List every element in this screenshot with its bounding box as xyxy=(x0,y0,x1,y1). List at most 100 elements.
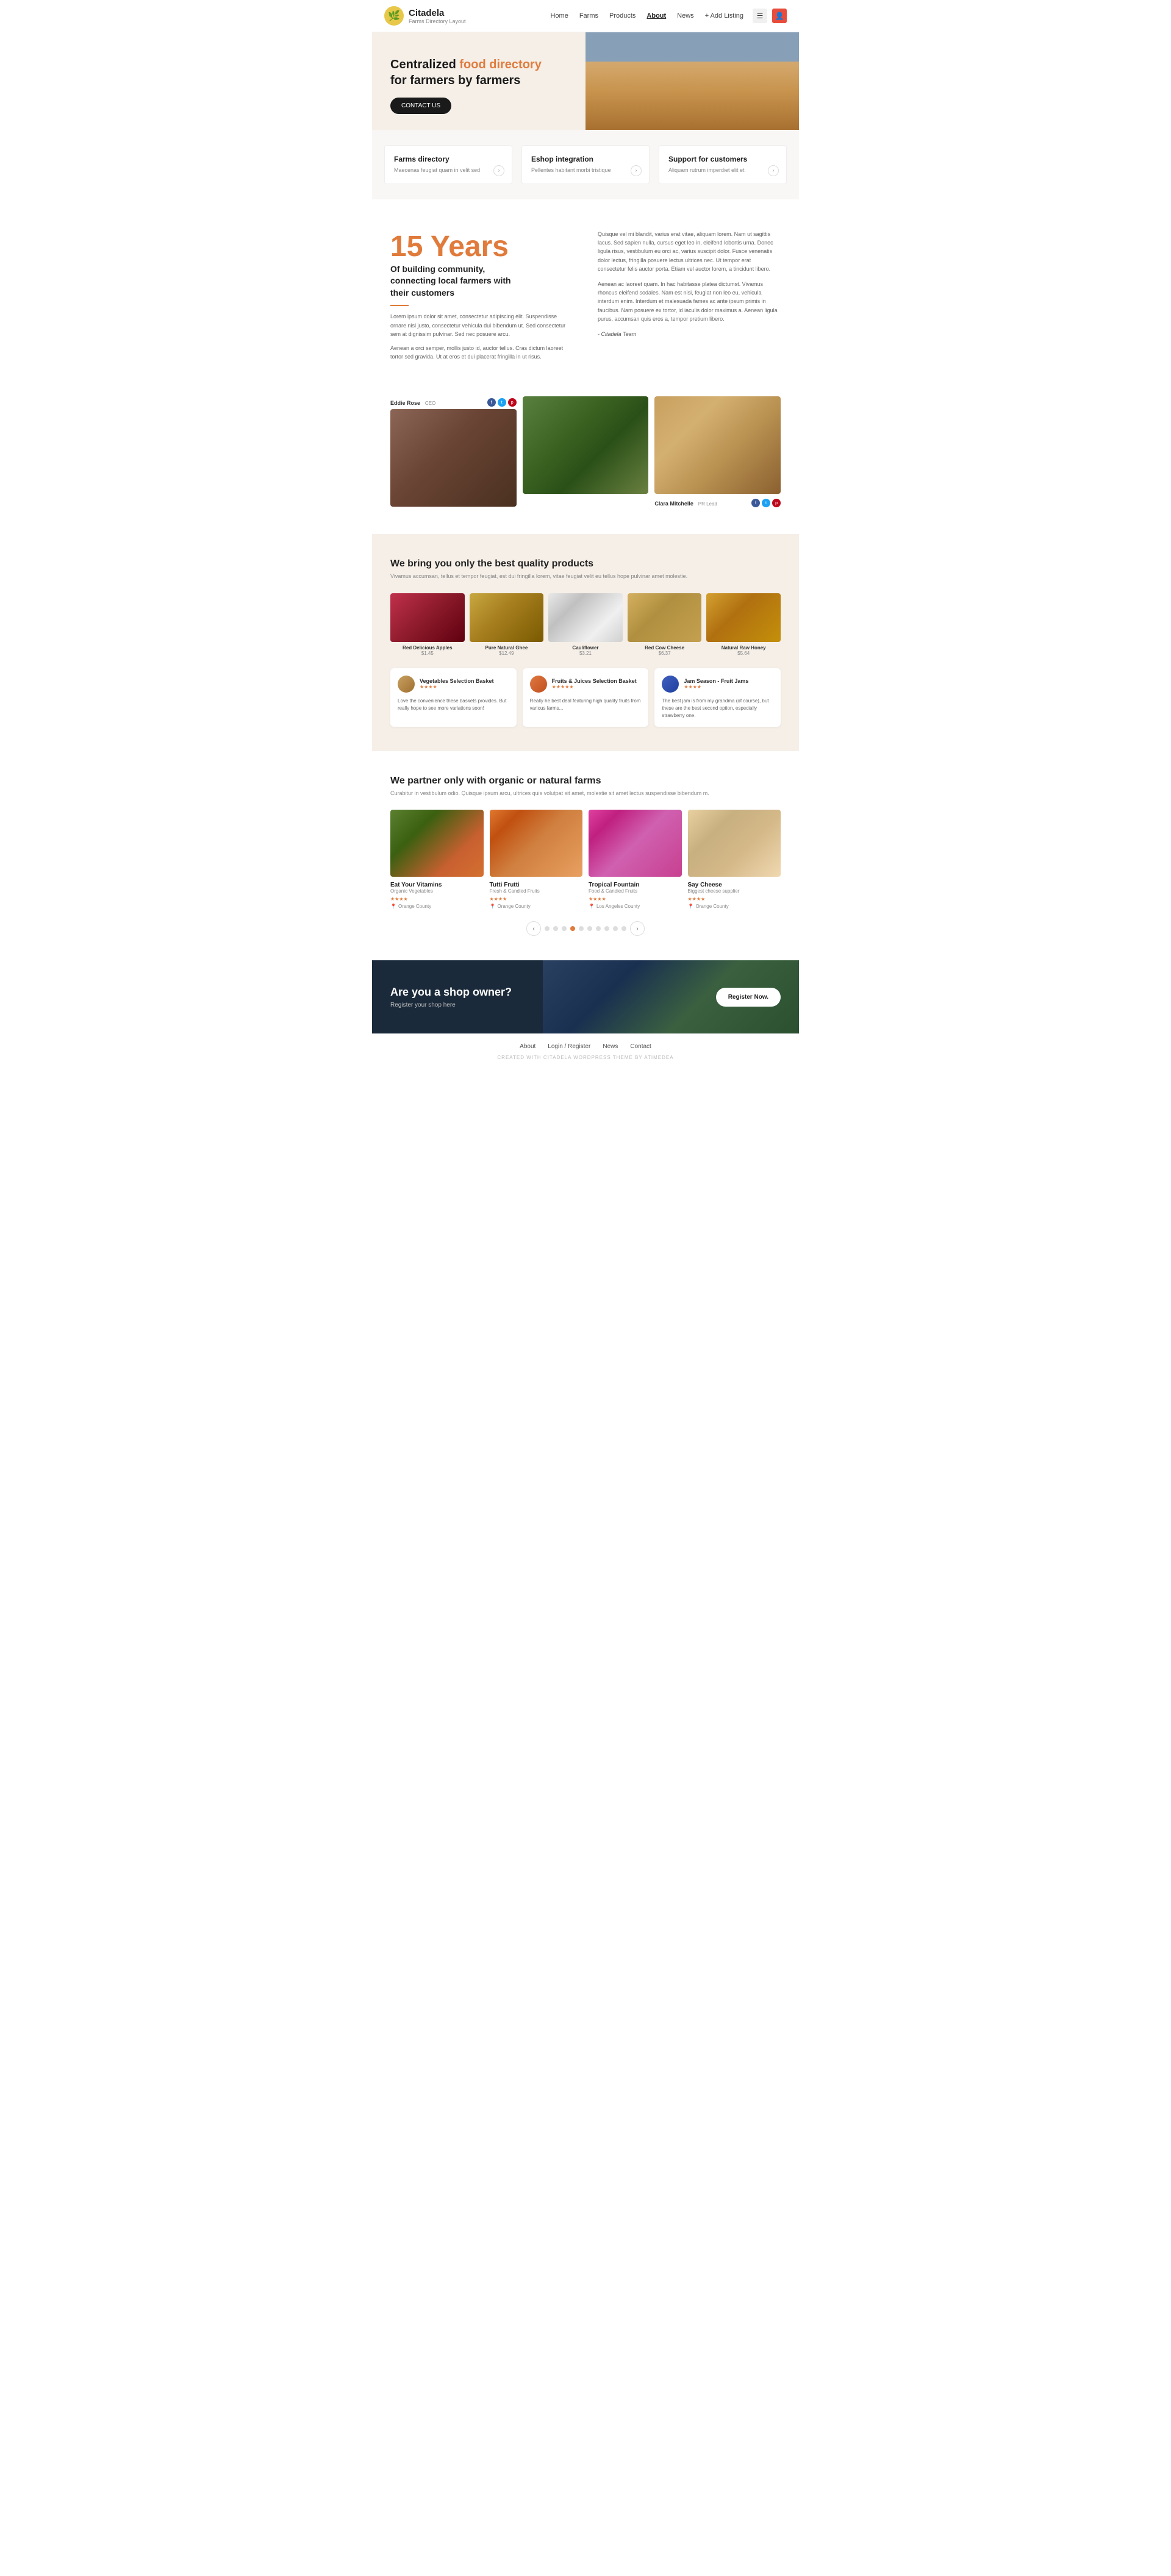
brand-name: Citadela xyxy=(409,8,466,18)
nav-farms[interactable]: Farms xyxy=(579,12,598,20)
product-4[interactable]: Natural Raw Honey $5.64 xyxy=(706,593,781,656)
product-price-0: $1.45 xyxy=(390,651,465,656)
product-0[interactable]: Red Delicious Apples $1.45 xyxy=(390,593,465,656)
farm-card-0[interactable]: Eat Your Vitamins Organic Vegetables ★★★… xyxy=(390,810,484,909)
farm-location-1: 📍 Orange County xyxy=(490,904,583,909)
products-title: We bring you only the best quality produ… xyxy=(390,558,781,569)
hero-image xyxy=(586,32,799,130)
product-3[interactable]: Red Cow Cheese $6.37 xyxy=(628,593,702,656)
feature-arrow-2[interactable]: › xyxy=(768,165,779,176)
about-section: 15 Years Of building community, connecti… xyxy=(372,199,799,397)
footer-links: About Login / Register News Contact xyxy=(390,1043,781,1050)
nav-about[interactable]: About xyxy=(646,12,666,20)
products-subtitle: Vivamus accumsan, tellus et tempor feugi… xyxy=(390,573,781,581)
social-twitter-0[interactable]: t xyxy=(498,398,506,407)
social-facebook-2[interactable]: f xyxy=(751,499,760,507)
feature-arrow-0[interactable]: › xyxy=(493,165,504,176)
product-price-1: $12.49 xyxy=(470,651,544,656)
social-pinterest-0[interactable]: p xyxy=(508,398,517,407)
user-icon[interactable]: 👤 xyxy=(772,9,787,23)
products-grid: Red Delicious Apples $1.45 Pure Natural … xyxy=(390,593,781,656)
social-pinterest-2[interactable]: p xyxy=(772,499,781,507)
cta-register-button[interactable]: Register Now. xyxy=(716,988,781,1007)
farm-card-2[interactable]: Tropical Fountain Food & Candied Fruits … xyxy=(589,810,682,909)
feature-title-0: Farms directory xyxy=(394,155,503,163)
review-info-1: Fruits & Juices Selection Basket ★★★★★ xyxy=(552,678,637,690)
nav-add-listing[interactable]: + Add Listing xyxy=(705,12,743,20)
carousel-dot-7[interactable] xyxy=(604,926,609,931)
review-text-0: Love the convenience these baskets provi… xyxy=(398,698,509,712)
product-price-3: $6.37 xyxy=(628,651,702,656)
farm-stars-3: ★★★★ xyxy=(688,896,781,902)
about-signature: - Citadela Team xyxy=(598,330,781,338)
carousel-dot-4[interactable] xyxy=(579,926,584,931)
footer-link-login[interactable]: Login / Register xyxy=(548,1043,590,1050)
team-card-0: Eddie Rose CEO f t p xyxy=(390,396,517,510)
product-image-3 xyxy=(628,593,702,642)
feature-arrow-1[interactable]: › xyxy=(631,165,642,176)
carousel-prev[interactable]: ‹ xyxy=(526,921,541,936)
feature-card-2: Support for customers Aliquam rutrum imp… xyxy=(659,145,787,184)
hero-title-highlight: food directory xyxy=(459,58,541,71)
cta-title: Are you a shop owner? xyxy=(390,986,512,999)
hero-title: Centralized food directory for farmers b… xyxy=(390,57,573,88)
nav-news[interactable]: News xyxy=(677,12,694,20)
team-header-0: Eddie Rose CEO f t p xyxy=(390,396,517,407)
nav-icon-area: ☰ 👤 xyxy=(753,9,787,23)
footer: About Login / Register News Contact Crea… xyxy=(372,1033,799,1069)
farms-section: We partner only with organic or natural … xyxy=(372,751,799,961)
product-name-3: Red Cow Cheese xyxy=(628,645,702,651)
footer-link-contact[interactable]: Contact xyxy=(630,1043,651,1050)
farm-name-1: Tutti Frutti xyxy=(490,882,583,888)
farm-name-3: Say Cheese xyxy=(688,882,781,888)
review-header-0: Vegetables Selection Basket ★★★★ xyxy=(398,676,509,693)
farm-image-2 xyxy=(589,810,682,877)
carousel-dot-0[interactable] xyxy=(545,926,550,931)
feature-title-2: Support for customers xyxy=(668,155,777,163)
footer-link-news[interactable]: News xyxy=(603,1043,618,1050)
team-image-0 xyxy=(390,409,517,507)
about-right-text-2: Aenean ac laoreet quam. In hac habitasse… xyxy=(598,280,781,324)
review-header-1: Fruits & Juices Selection Basket ★★★★★ xyxy=(530,676,642,693)
carousel-dot-6[interactable] xyxy=(596,926,601,931)
social-twitter-2[interactable]: t xyxy=(762,499,770,507)
carousel-next[interactable]: › xyxy=(630,921,645,936)
farm-image-0 xyxy=(390,810,484,877)
product-name-0: Red Delicious Apples xyxy=(390,645,465,651)
product-2[interactable]: Cauliflower $3.21 xyxy=(548,593,623,656)
carousel-dot-5[interactable] xyxy=(587,926,592,931)
cta-content: Are you a shop owner? Register your shop… xyxy=(390,986,512,1008)
review-name-0: Vegetables Selection Basket xyxy=(420,678,494,684)
nav-products[interactable]: Products xyxy=(609,12,636,20)
carousel-dot-2[interactable] xyxy=(562,926,567,931)
carousel-dot-3[interactable] xyxy=(570,926,575,931)
review-avatar-0 xyxy=(398,676,415,693)
social-facebook-0[interactable]: f xyxy=(487,398,496,407)
farm-location-text-2: Los Angeles County xyxy=(596,904,640,909)
farm-location-2: 📍 Los Angeles County xyxy=(589,904,682,909)
review-card-1: Fruits & Juices Selection Basket ★★★★★ R… xyxy=(523,668,649,727)
farm-card-1[interactable]: Tutti Frutti Fresh & Candied Fruits ★★★★… xyxy=(490,810,583,909)
product-price-2: $3.21 xyxy=(548,651,623,656)
carousel-dot-1[interactable] xyxy=(553,926,558,931)
product-1[interactable]: Pure Natural Ghee $12.49 xyxy=(470,593,544,656)
brand-logo[interactable]: 🌿 Citadela Farms Directory Layout xyxy=(384,6,466,26)
menu-icon[interactable]: ☰ xyxy=(753,9,767,23)
carousel-dot-8[interactable] xyxy=(613,926,618,931)
farm-location-text-0: Orange County xyxy=(398,904,431,909)
farm-card-3[interactable]: Say Cheese Biggest cheese supplier ★★★★ … xyxy=(688,810,781,909)
about-divider xyxy=(390,305,409,306)
review-info-2: Jam Season - Fruit Jams ★★★★ xyxy=(684,678,748,690)
about-right: Quisque vel mi blandit, varius erat vita… xyxy=(598,230,781,366)
team-social-2: f t p xyxy=(751,499,781,507)
footer-credit: Created with Citadela WordPress Theme by… xyxy=(390,1055,781,1060)
team-info-2: Clara Mitchelle PR Lead xyxy=(654,498,717,507)
footer-link-about[interactable]: About xyxy=(520,1043,535,1050)
feature-text-2: Aliquam rutrum imperdiet elit et xyxy=(668,166,777,174)
carousel-dot-9[interactable] xyxy=(621,926,626,931)
about-years: 15 Years xyxy=(390,230,573,263)
hero-cta-button[interactable]: CONTACT US xyxy=(390,98,451,114)
team-role-2: PR Lead xyxy=(698,501,717,507)
nav-home[interactable]: Home xyxy=(550,12,568,20)
team-role-0: CEO xyxy=(425,401,435,406)
